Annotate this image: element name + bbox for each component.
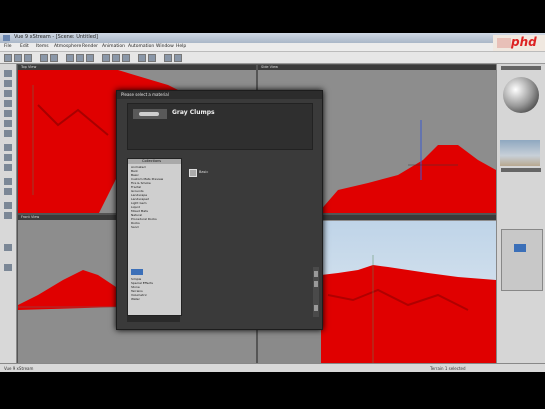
viewport-label: Front View (21, 215, 40, 219)
sky-preview (500, 140, 540, 166)
cut-icon[interactable] (66, 54, 74, 62)
atmosphere-icon[interactable] (112, 54, 120, 62)
camera-icon[interactable] (122, 54, 130, 62)
metablob-tool-icon[interactable] (4, 212, 12, 219)
menu-file[interactable]: File (4, 44, 12, 49)
layers-panel (501, 229, 543, 291)
viewport-label: Side View (261, 65, 278, 69)
open-icon[interactable] (14, 54, 22, 62)
zoom-icon[interactable] (164, 54, 172, 62)
material-swatch (133, 109, 167, 119)
material-preview-sphere (503, 77, 539, 113)
left-toolbar (0, 64, 17, 372)
status-left: Vue 9 xStream (4, 366, 34, 371)
material-browser-dialog: Please select a material Gray Clumps Col… (116, 90, 323, 330)
menu-animation[interactable]: Animation (102, 44, 125, 49)
menu-render[interactable]: Render (82, 44, 98, 49)
spot-tool-icon[interactable] (4, 154, 12, 161)
boolean-tool-icon[interactable] (4, 202, 12, 209)
status-bar: Vue 9 xStream Terrain 1 selected (0, 363, 545, 372)
dialog-title: Please select a material (121, 92, 169, 97)
folder-icon (189, 169, 197, 177)
menu-automation[interactable]: Automation (128, 44, 154, 49)
group-icon[interactable] (148, 54, 156, 62)
camera-tool-icon[interactable] (4, 264, 12, 271)
water-tool-icon[interactable] (4, 110, 12, 117)
cloud-tool-icon[interactable] (4, 178, 12, 185)
new-icon[interactable] (4, 54, 12, 62)
light-tool-icon[interactable] (4, 144, 12, 151)
menu-help[interactable]: Help (176, 44, 186, 49)
scroll-up-icon[interactable] (314, 271, 318, 277)
redo-icon[interactable] (50, 54, 58, 62)
tree-item[interactable]: Sand (131, 225, 139, 229)
dialog-title-bar: Please select a material (117, 91, 322, 99)
save-icon[interactable] (24, 54, 32, 62)
layer-item[interactable] (514, 244, 526, 252)
link-icon[interactable] (138, 54, 146, 62)
sky-preview-header (501, 168, 541, 172)
cube-tool-icon[interactable] (4, 90, 12, 97)
ecosystem-tool-icon[interactable] (4, 244, 12, 251)
selected-material-name: Gray Clumps (172, 109, 215, 116)
dialog-scrollbar[interactable] (313, 267, 319, 317)
title-bar: Vue 9 xStream - [Scene: Untitled] (0, 33, 545, 43)
menu-window[interactable]: Window (156, 44, 174, 49)
menu-atmosphere[interactable]: Atmosphere (54, 44, 81, 49)
material-preview-panel: Gray Clumps (127, 103, 313, 150)
render-icon[interactable] (102, 54, 110, 62)
menu-edit[interactable]: Edit (20, 44, 29, 49)
terrain-tool-icon[interactable] (4, 100, 12, 107)
collections-tree[interactable]: Collections Animated Bark Basic Custom M… (127, 158, 182, 316)
app-icon (3, 35, 10, 41)
window-title: Vue 9 xStream - [Scene: Untitled] (14, 34, 98, 40)
collections-header-label: Collections (142, 159, 162, 163)
cylinder-tool-icon[interactable] (4, 80, 12, 87)
copy-icon[interactable] (76, 54, 84, 62)
main-toolbar (0, 52, 545, 64)
rock-tool-icon[interactable] (4, 130, 12, 137)
plant-tool-icon[interactable] (4, 120, 12, 127)
material-entry[interactable]: Basic (189, 168, 229, 177)
pan-icon[interactable] (174, 54, 182, 62)
collections-header: Collections (128, 159, 181, 164)
tree-toolbar (127, 316, 180, 322)
scroll-thumb[interactable] (314, 281, 318, 287)
tree-selection (131, 269, 143, 275)
logo-badge (497, 38, 511, 48)
material-entry-label: Basic (199, 170, 209, 174)
tree-item[interactable]: Water (131, 297, 140, 301)
logo-text: phd (511, 35, 537, 49)
menu-items[interactable]: Items (36, 44, 49, 49)
scroll-down-icon[interactable] (314, 305, 318, 311)
material-preview-header (501, 66, 541, 70)
viewport-label: Top View (21, 65, 37, 69)
text-tool-icon[interactable] (4, 164, 12, 171)
paste-icon[interactable] (86, 54, 94, 62)
undo-icon[interactable] (40, 54, 48, 62)
watermark-logo: phd (493, 35, 545, 51)
object-tool-icon[interactable] (4, 188, 12, 195)
sphere-tool-icon[interactable] (4, 70, 12, 77)
menu-bar: File Edit Items Atmosphere Render Animat… (0, 43, 545, 52)
viewport-header: Top View (18, 65, 256, 70)
status-right: Terrain 1 selected (430, 366, 466, 371)
viewport-header: Side View (258, 65, 496, 70)
